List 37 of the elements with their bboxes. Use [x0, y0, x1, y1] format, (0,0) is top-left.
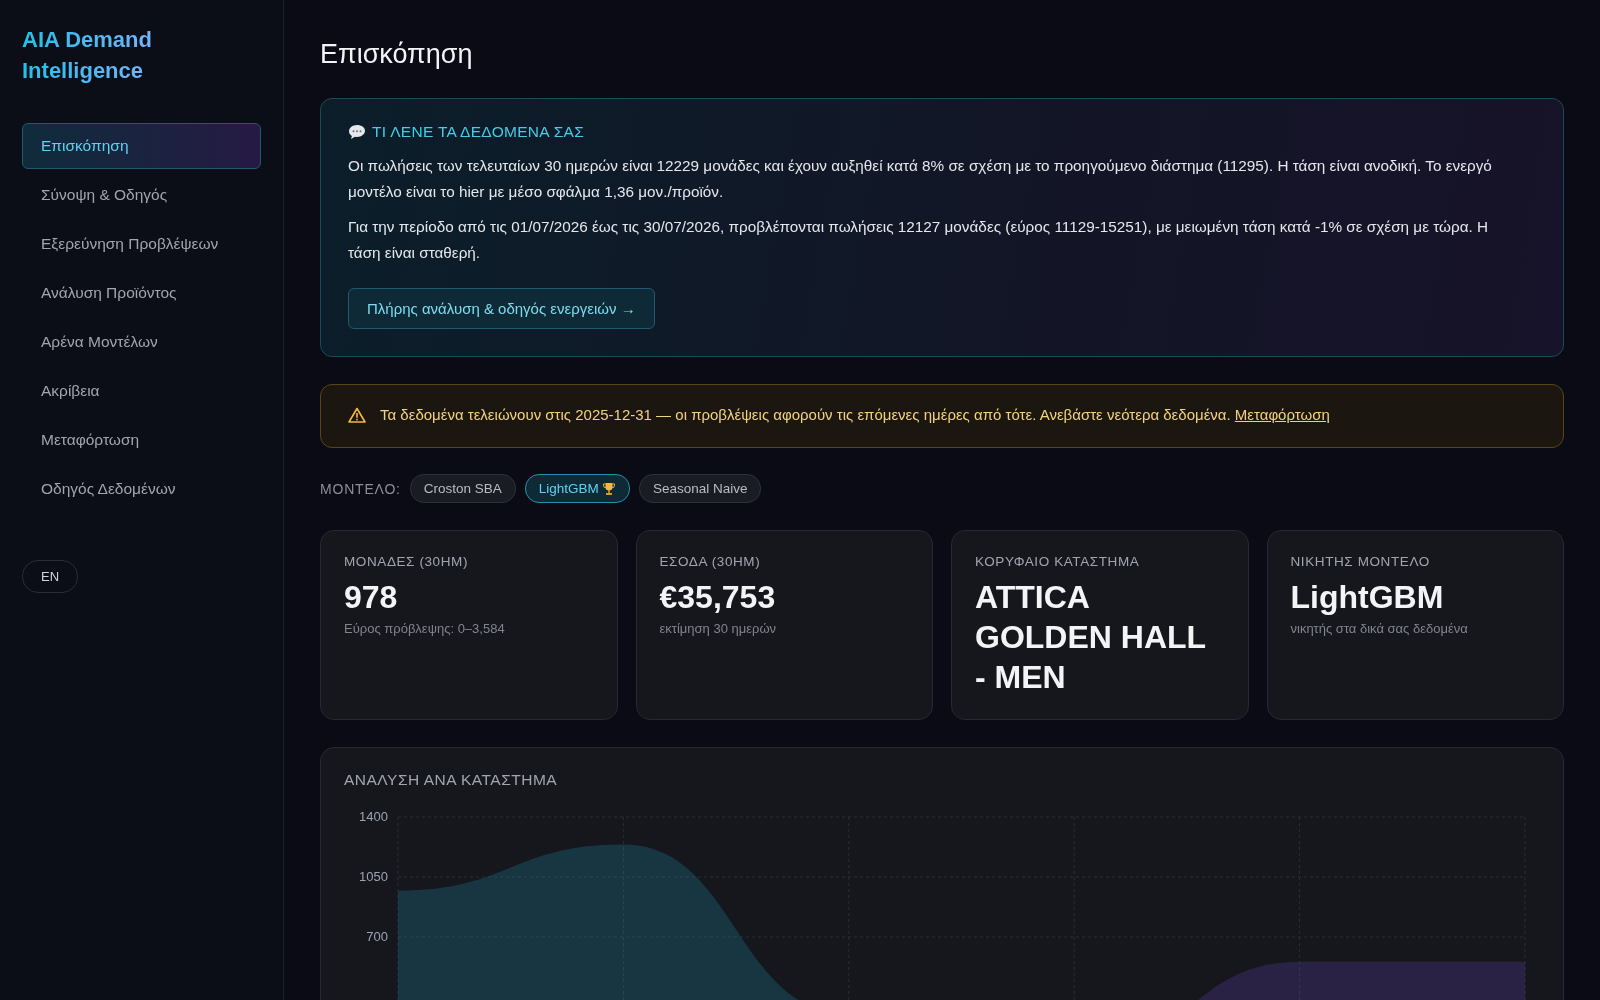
kpi-label: ΚΟΡΥΦΑΙΟ ΚΑΤΑΣΤΗΜΑ	[975, 554, 1141, 569]
sidebar-item[interactable]: Σύνοψη & Οδηγός	[22, 172, 261, 218]
language-button[interactable]: EN	[22, 560, 79, 593]
full-analysis-button[interactable]: Πλήρης ανάλυση & οδηγός ενεργειών →	[348, 288, 655, 329]
kpi-value: 978	[344, 578, 399, 617]
model-chip[interactable]: Seasonal Naive	[638, 474, 762, 503]
sidebar-item[interactable]: Ανάλυση Προϊόντος	[22, 270, 261, 316]
chart-title: ΑΝΑΛΥΣΗ ΑΝΑ ΚΑΤΑΣΤΗΜΑ	[344, 771, 559, 789]
upload-link[interactable]: Μεταφόρτωση	[1234, 406, 1330, 423]
sidebar-item[interactable]: Ακρίβεια	[22, 368, 261, 414]
kpi-value: ATTICA GOLDEN HALL - MEN	[975, 578, 1207, 697]
model-chip[interactable]: Croston SBA	[409, 474, 516, 503]
kpi-note: νικητής στα δικά σας δεδομένα	[1290, 621, 1469, 636]
warning-text: Τα δεδομένα τελειώνουν στις 2025-12-31 — οι προβλέψεις αφορούν τις επόμενες ημέρες από τότε. Ανεβάστε νεότερα δεδομένα. Μεταφόρτωση	[380, 406, 1330, 423]
sidebar-item[interactable]: Επισκόπηση	[22, 123, 261, 169]
insight-heading: ΤΙ ΛΕΝΕ ΤΑ ΔΕΔΟΜΕΝΑ ΣΑΣ	[372, 123, 585, 141]
model-chip[interactable]: LightGBM	[524, 474, 630, 503]
sidebar-item[interactable]: Οδηγός Δεδομένων	[22, 466, 261, 512]
page-title: Επισκόπηση	[320, 39, 474, 70]
chat-bubble-icon	[348, 124, 366, 140]
sidebar-item[interactable]: Μεταφόρτωση	[22, 417, 261, 463]
kpi-label: ΝΙΚΗΤΗΣ ΜΟΝΤΕΛΟ	[1290, 554, 1431, 569]
y-tick-label: 700	[366, 929, 388, 944]
kpi-value: LightGBM	[1290, 578, 1445, 617]
kpi-label: ΜΟΝΑΔΕΣ (30ΗΜ)	[344, 554, 470, 569]
sidebar-item[interactable]: Εξερεύνηση Προβλέψεων	[22, 221, 261, 267]
y-tick-label: 1050	[359, 869, 388, 884]
y-tick-label: 1400	[359, 809, 388, 824]
kpi-label: ΕΣΟΔΑ (30ΗΜ)	[659, 554, 762, 569]
warning-icon	[348, 406, 366, 423]
sidebar-item[interactable]: Αρένα Μοντέλων	[22, 319, 261, 365]
insight-paragraph: Οι πωλήσεις των τελευταίων 30 ημερών είναι 12229 μονάδες και έχουν αυξηθεί κατά 8% σε σχέση με το προηγούμενο διάστημα (11295). Η τάση είναι ανοδική. Το ενεργό μοντέλο είναι το hier με μέσο σφάλμα 1,36 μον./προϊόν.	[348, 156, 1493, 202]
insight-paragraph: Για την περίοδο από τις 01/07/2026 έως τις 30/07/2026, προβλέπονται πωλήσεις 12127 μονάδες (εύρος 11129-15251), με μειωμένη τάση κατά -1% σε σχέση με τώρα. Η τάση είναι σταθερή.	[348, 217, 1490, 263]
kpi-note: Εύρος πρόβλεψης: 0–3,584	[344, 621, 506, 636]
kpi-value: €35,753	[659, 578, 777, 617]
model-label: ΜΟΝΤΕΛΟ:	[320, 480, 401, 497]
kpi-note: εκτίμηση 30 ημερών	[659, 621, 778, 636]
